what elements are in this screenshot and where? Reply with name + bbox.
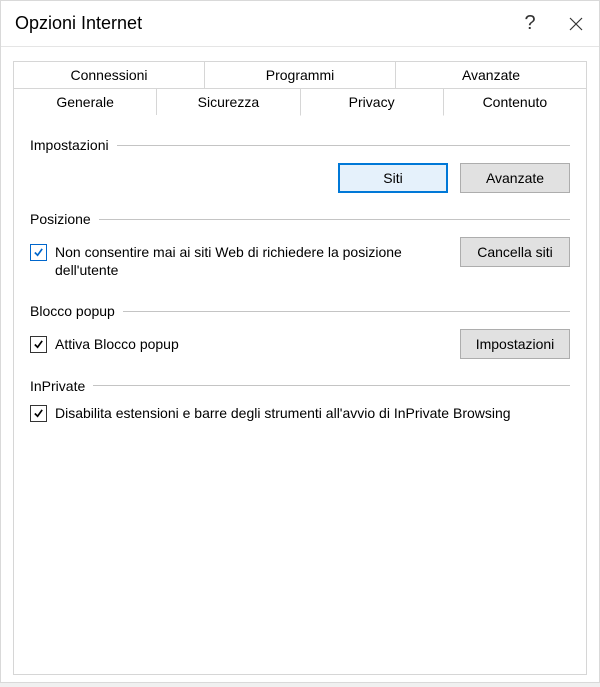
tab-privacy[interactable]: Privacy [300, 88, 444, 116]
tab-connections[interactable]: Connessioni [13, 61, 205, 88]
tab-content[interactable]: Contenuto [443, 88, 587, 116]
inprivate-group: InPrivate Disabilita estensioni e barre … [30, 378, 570, 422]
never-allow-location-label: Non consentire mai ai siti Web di richie… [55, 243, 450, 279]
help-button[interactable]: ? [507, 1, 553, 47]
tab-advanced[interactable]: Avanzate [395, 61, 587, 88]
disable-extensions-row: Disabilita estensioni e barre degli stru… [30, 404, 570, 422]
settings-group-title: Impostazioni [30, 137, 109, 153]
never-allow-location-row: Non consentire mai ai siti Web di richie… [30, 243, 450, 279]
settings-group: Impostazioni Siti Avanzate [30, 137, 570, 193]
popup-row: Attiva Blocco popup Impostazioni [30, 329, 570, 359]
disable-extensions-label: Disabilita estensioni e barre degli stru… [55, 404, 570, 422]
inprivate-group-title: InPrivate [30, 378, 85, 394]
tab-strip: Connessioni Programmi Avanzate Generale … [13, 61, 587, 675]
tab-row-top: Connessioni Programmi Avanzate [13, 61, 587, 88]
check-icon [33, 247, 44, 258]
titlebar: Opzioni Internet ? [1, 1, 599, 47]
never-allow-location-checkbox[interactable] [30, 244, 47, 261]
popup-settings-button[interactable]: Impostazioni [460, 329, 570, 359]
popup-group-title: Blocco popup [30, 303, 115, 319]
window-title: Opzioni Internet [15, 13, 507, 34]
location-group: Posizione Non consentire mai [30, 211, 570, 285]
group-header: Impostazioni [30, 137, 570, 153]
internet-options-window: Opzioni Internet ? Connessioni Programmi… [0, 0, 600, 683]
divider [123, 311, 570, 312]
group-header: InPrivate [30, 378, 570, 394]
check-icon [33, 408, 44, 419]
dialog-body: Connessioni Programmi Avanzate Generale … [1, 47, 599, 687]
divider [93, 385, 570, 386]
clear-sites-button[interactable]: Cancella siti [460, 237, 570, 267]
enable-popup-blocker-label: Attiva Blocco popup [55, 335, 450, 353]
group-header: Blocco popup [30, 303, 570, 319]
tab-row-bottom: Generale Sicurezza Privacy Contenuto [13, 88, 587, 116]
popup-group: Blocco popup Attiva Blocco p [30, 303, 570, 359]
divider [117, 145, 570, 146]
divider [99, 219, 570, 220]
enable-popup-blocker-row: Attiva Blocco popup [30, 335, 450, 353]
settings-button-row: Siti Avanzate [30, 163, 570, 193]
check-icon [33, 339, 44, 350]
advanced-button[interactable]: Avanzate [460, 163, 570, 193]
location-row: Non consentire mai ai siti Web di richie… [30, 237, 570, 285]
close-icon [569, 17, 583, 31]
tab-programs[interactable]: Programmi [204, 61, 396, 88]
enable-popup-blocker-checkbox[interactable] [30, 336, 47, 353]
privacy-panel: Impostazioni Siti Avanzate Posizione [13, 115, 587, 675]
tab-general[interactable]: Generale [13, 88, 157, 116]
tab-security[interactable]: Sicurezza [156, 88, 300, 116]
close-button[interactable] [553, 1, 599, 47]
location-group-title: Posizione [30, 211, 91, 227]
sites-button[interactable]: Siti [338, 163, 448, 193]
group-header: Posizione [30, 211, 570, 227]
disable-extensions-checkbox[interactable] [30, 405, 47, 422]
